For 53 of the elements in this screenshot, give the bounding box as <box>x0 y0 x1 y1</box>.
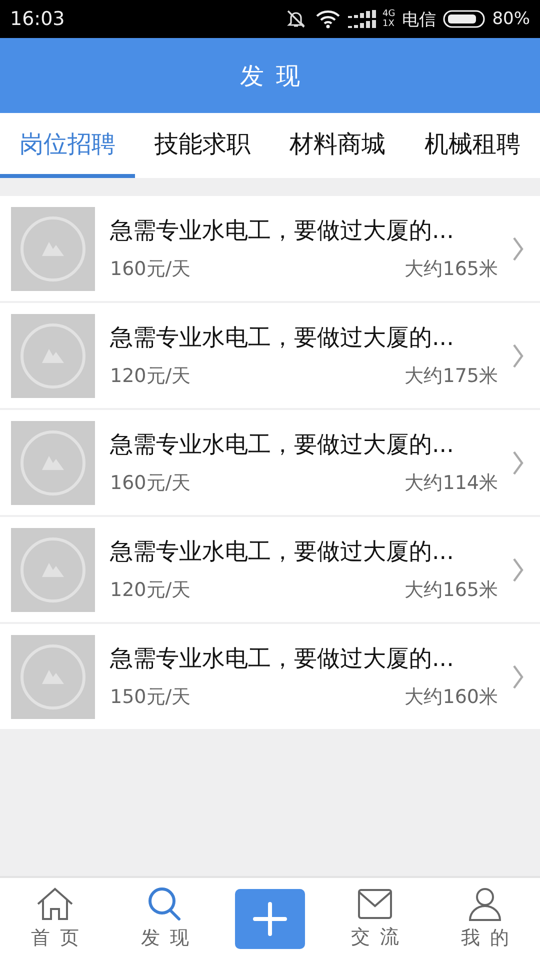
listing-price: 160元/天 <box>110 257 191 282</box>
mail-icon <box>357 888 393 920</box>
listing-distance: 大约114米 <box>404 471 498 496</box>
listing-title: 急需专业水电工，要做过大厦的... <box>110 217 455 246</box>
image-placeholder-icon <box>11 420 95 504</box>
chevron-right-icon <box>512 664 524 690</box>
image-placeholder-icon <box>11 314 95 398</box>
battery-icon <box>443 10 486 28</box>
category-tab[interactable]: 机械租聘 <box>405 113 540 178</box>
user-icon <box>468 887 502 921</box>
page-title: 发现 <box>240 60 312 92</box>
category-tab[interactable]: 技能求职 <box>135 113 270 178</box>
chevron-right-icon <box>512 450 524 476</box>
nav-item[interactable]: 首页 <box>15 887 95 951</box>
listing-item[interactable]: 急需专业水电工，要做过大厦的... 160元/天 大约114米 <box>0 410 540 515</box>
image-placeholder-icon <box>11 206 95 290</box>
category-tab[interactable]: 岗位招聘 <box>0 113 135 178</box>
listing-price: 120元/天 <box>110 364 191 389</box>
listing-distance: 大约165米 <box>404 578 498 603</box>
listing-item[interactable]: 急需专业水电工，要做过大厦的... 160元/天 大约165米 <box>0 196 540 301</box>
listing-item[interactable]: 急需专业水电工，要做过大厦的... 150元/天 大约160米 <box>0 624 540 729</box>
listing-item[interactable]: 急需专业水电工，要做过大厦的... 120元/天 大约165米 <box>0 517 540 622</box>
add-button[interactable] <box>235 889 305 949</box>
chevron-right-icon <box>512 236 524 262</box>
listing-title: 急需专业水电工，要做过大厦的... <box>110 324 455 353</box>
nav-item[interactable]: 我的 <box>445 887 525 951</box>
battery-percent: 80% <box>492 9 530 29</box>
image-placeholder-icon <box>11 528 95 612</box>
carrier-name: 电信 <box>402 8 436 30</box>
listing-price: 160元/天 <box>110 471 191 496</box>
listing-title: 急需专业水电工，要做过大厦的... <box>110 431 455 460</box>
image-placeholder-icon <box>11 634 95 718</box>
search-icon <box>147 887 183 921</box>
listing-price: 150元/天 <box>110 685 191 710</box>
plus-icon <box>253 902 287 936</box>
signal-icon <box>348 10 376 28</box>
status-time: 16:03 <box>10 8 65 30</box>
network-type: 1X <box>382 19 396 29</box>
listing-distance: 大约165米 <box>404 257 498 282</box>
nav-item[interactable]: 交流 <box>335 888 415 950</box>
category-tab[interactable]: 材料商城 <box>270 113 405 178</box>
listing-item[interactable]: 急需专业水电工，要做过大厦的... 120元/天 大约175米 <box>0 303 540 408</box>
listing-title: 急需专业水电工，要做过大厦的... <box>110 645 455 674</box>
listing-price: 120元/天 <box>110 578 191 603</box>
network-type: 4G <box>382 9 396 19</box>
home-icon <box>36 887 74 921</box>
listing-title: 急需专业水电工，要做过大厦的... <box>110 538 455 567</box>
wifi-icon <box>314 9 340 29</box>
listing-distance: 大约160米 <box>404 685 498 710</box>
nav-item[interactable]: 发现 <box>125 887 205 951</box>
chevron-right-icon <box>512 556 524 582</box>
listing-distance: 大约175米 <box>404 364 498 389</box>
chevron-right-icon <box>512 342 524 368</box>
